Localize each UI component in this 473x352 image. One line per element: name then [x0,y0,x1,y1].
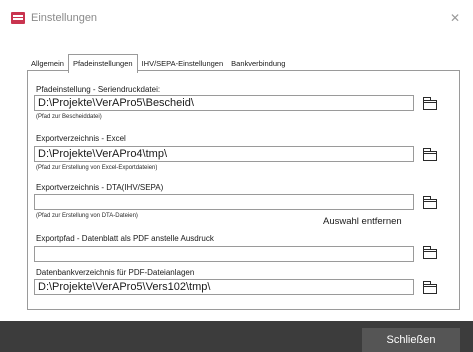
seriendruck-path-field[interactable]: D:\Projekte\VerAPro5\Bescheid\ [34,95,414,111]
dta-browse-button[interactable] [417,193,442,213]
seriendruck-path-label: Pfadeinstellung - Seriendruckdatei: [36,85,161,94]
dta-export-field[interactable] [34,194,414,210]
dta-export-label: Exportverzeichnis - DTA(IHV/SEPA) [36,183,164,192]
excel-export-label: Exportverzeichnis - Excel [36,134,126,143]
seriendruck-path-hint: (Pfad zur Bescheiddatei) [36,114,102,120]
excel-export-field[interactable]: D:\Projekte\VerAPro4\tmp\ [34,146,414,162]
folder-icon [423,246,437,259]
folder-icon [423,196,437,209]
window-title: Einstellungen [31,12,98,24]
dta-export-hint: (Pfad zur Erstellung von DTA-Dateien) [36,213,138,219]
pdf-attachment-dir-field[interactable]: D:\Projekte\VerAPro5\Vers102\tmp\ [34,279,414,295]
excel-export-hint: (Pfad zur Erstellung von Excel-Exportdat… [36,165,158,171]
folder-icon [423,281,437,294]
folder-icon [423,97,437,110]
seriendruck-browse-button[interactable] [417,94,442,114]
tab-strip: Allgemein Pfadeinstellungen IHV/SEPA-Ein… [27,52,289,73]
excel-browse-button[interactable] [417,145,442,165]
pdf-attachment-dir-label: Datenbankverzeichnis für PDF-Dateianlage… [36,268,195,277]
pdf-export-field[interactable] [34,246,414,262]
title-bar: Einstellungen ✕ [0,0,473,30]
remove-selection-button[interactable]: Auswahl entfernen [323,216,402,227]
pdf-attachment-browse-button[interactable] [417,278,442,298]
app-icon [11,12,25,24]
close-button[interactable]: Schließen [362,328,460,352]
folder-icon [423,148,437,161]
pdf-browse-button[interactable] [417,243,442,263]
tab-pfadeinstellungen[interactable]: Pfadeinstellungen [67,54,138,73]
pdf-export-label: Exportpfad - Datenblatt als PDF anstelle… [36,234,214,243]
close-icon[interactable]: ✕ [448,11,462,25]
